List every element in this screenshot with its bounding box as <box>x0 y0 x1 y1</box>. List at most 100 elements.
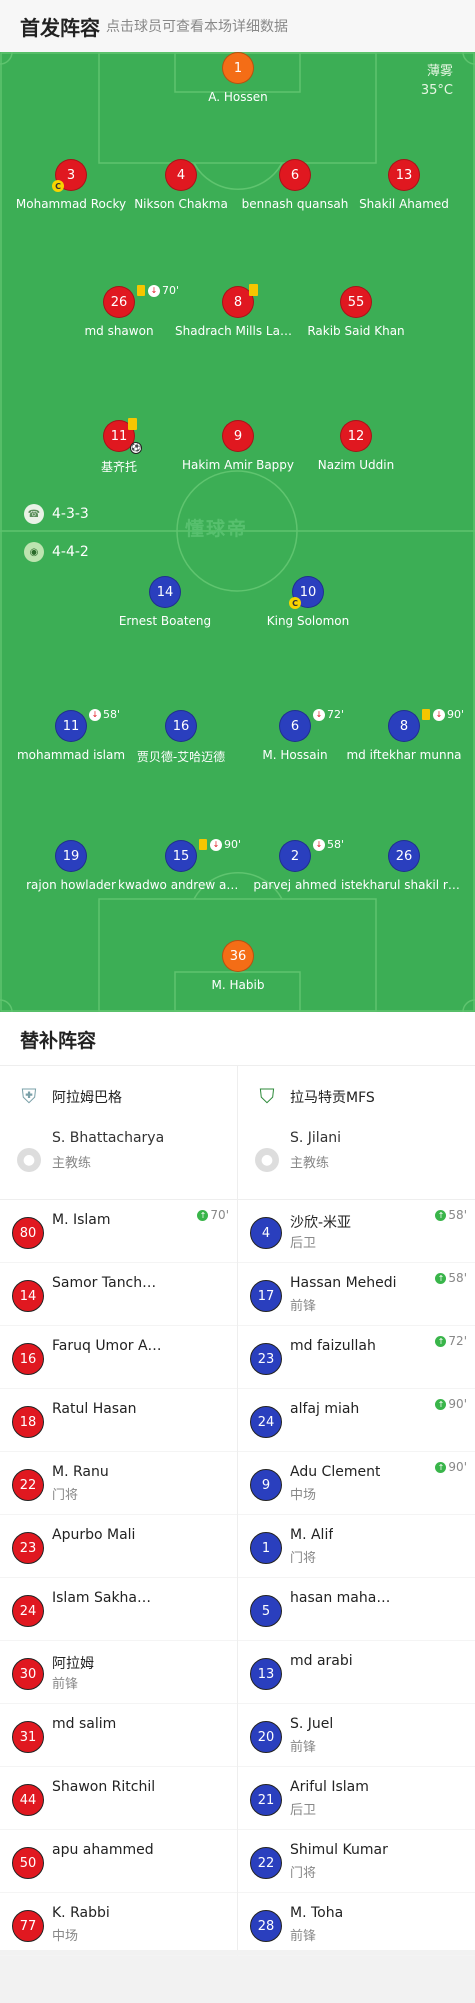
player-away-mid-1[interactable]: 11 ↓ 58' mohammad islam <box>8 708 134 770</box>
player-number: 2 <box>279 840 311 872</box>
player-home-mid-1[interactable]: 26 ↓ 70' md shawon <box>56 284 182 346</box>
player-away-def-2[interactable]: 15 ↓ 90' kwadwo andrew asante <box>118 838 244 900</box>
sub-player-row[interactable]: 17 Hassan Mehedi 前锋 ↑ 58' <box>238 1263 475 1326</box>
home-coach[interactable]: ● S. Bhattacharya 主教练 <box>0 1126 237 1200</box>
sub-in-minute: 90' <box>448 1397 467 1411</box>
yellow-card-icon <box>199 839 207 850</box>
sub-player-number: 23 <box>250 1343 282 1375</box>
sub-player-row[interactable]: 1 M. Alif 门将 <box>238 1515 475 1578</box>
sub-player-name: M. Alif <box>290 1527 334 1543</box>
sub-player-row[interactable]: 4 沙欣-米亚 后卫 ↑ 58' <box>238 1200 475 1263</box>
player-events: ↓ 58' <box>313 838 344 851</box>
sub-player-name: S. Juel <box>290 1716 334 1732</box>
sub-player-row[interactable]: 23 md faizullah ↑ 72' <box>238 1326 475 1389</box>
sub-player-row[interactable]: 14 Samor Tanchangya <box>0 1263 237 1326</box>
sub-player-row[interactable]: 24 Islam Sakhawat <box>0 1578 237 1641</box>
sub-player-number: 31 <box>12 1721 44 1753</box>
captain-badge-icon: C <box>289 597 301 609</box>
sub-player-number: 80 <box>12 1217 44 1249</box>
home-formation-label: 4-3-3 <box>52 506 89 522</box>
player-events: ↓ 70' <box>137 284 179 297</box>
sub-player-row[interactable]: 31 md salim <box>0 1704 237 1767</box>
sub-player-number: 14 <box>12 1280 44 1312</box>
home-team-icon: ☎ <box>24 504 44 524</box>
sub-player-row[interactable]: 23 Apurbo Mali <box>0 1515 237 1578</box>
player-number: 36 <box>222 940 254 972</box>
player-away-fwd-2[interactable]: 10 C King Solomon <box>245 576 371 636</box>
away-team-header[interactable]: ⛉ 拉马特贡MFS <box>238 1066 475 1126</box>
coach-role: 主教练 <box>52 1156 92 1171</box>
sub-player-number: 20 <box>250 1721 282 1753</box>
player-name: md shawon <box>84 324 154 338</box>
player-away-fwd-1[interactable]: 14 Ernest Boateng <box>102 576 228 636</box>
sub-player-row[interactable]: 16 Faruq Umor Alam <box>0 1326 237 1389</box>
player-away-def-4[interactable]: 26 istekharul shakil rahman <box>341 840 467 900</box>
player-home-def-4[interactable]: 13 Shakil Ahamed <box>341 159 467 219</box>
sub-player-row[interactable]: 21 Ariful Islam 后卫 <box>238 1767 475 1830</box>
substitutes-title: 替补阵容 <box>20 1030 97 1052</box>
sub-player-number: 9 <box>250 1469 282 1501</box>
player-name: parvej ahmed <box>253 878 337 892</box>
sub-player-row[interactable]: 5 hasan mahamud <box>238 1578 475 1641</box>
player-home-def-2[interactable]: 4 Nikson Chakma <box>118 159 244 219</box>
sub-player-row[interactable]: 28 M. Toha 前锋 <box>238 1893 475 1956</box>
sub-player-row[interactable]: 22 M. Ranu 门将 <box>0 1452 237 1515</box>
away-subs-column: ⛉ 拉马特贡MFS ● S. Jilani 主教练 4 沙欣-米亚 后卫 ↑ 58' 17… <box>238 1066 475 1956</box>
player-name: M. Hossain <box>262 748 328 762</box>
coach-name: S. Bhattacharya <box>52 1130 165 1146</box>
player-home-fwd-1[interactable]: 11 ⚽ 基齐托 <box>56 418 182 480</box>
player-away-gk[interactable]: 36 M. Habib <box>175 940 301 1000</box>
sub-in-indicator: ↑ 90' <box>435 1460 467 1474</box>
sub-in-minute: 72' <box>448 1334 467 1348</box>
player-away-mid-3[interactable]: 6 ↓ 72' M. Hossain <box>232 708 358 770</box>
sub-player-name: alfaj miah <box>290 1401 360 1417</box>
sub-player-position: 门将 <box>290 1866 317 1881</box>
sub-player-row[interactable]: 50 apu ahammed <box>0 1830 237 1893</box>
player-away-mid-4[interactable]: 8 ↓ 90' md iftekhar munna <box>341 708 467 770</box>
sub-player-row[interactable]: 22 Shimul Kumar 门将 <box>238 1830 475 1893</box>
sub-in-minute: 58' <box>448 1271 467 1285</box>
player-home-def-1[interactable]: 3 C Mohammad Rocky <box>8 159 134 219</box>
player-name: istekharul shakil rahman <box>341 878 467 892</box>
sub-player-row[interactable]: 20 S. Juel 前锋 <box>238 1704 475 1767</box>
away-coach[interactable]: ● S. Jilani 主教练 <box>238 1126 475 1200</box>
player-home-fwd-3[interactable]: 12 Nazim Uddin <box>293 420 419 480</box>
sub-player-row[interactable]: 13 md arabi <box>238 1641 475 1704</box>
coach-avatar-icon: ● <box>255 1148 279 1172</box>
lineup-header: 首发阵容 点击球员可查看本场详细数据 <box>0 0 475 52</box>
sub-player-row[interactable]: 9 Adu Clement 中场 ↑ 90' <box>238 1452 475 1515</box>
coach-role: 主教练 <box>290 1156 330 1171</box>
player-name: bennash quansah <box>241 197 349 211</box>
player-away-mid-2[interactable]: 16 贾贝德-艾哈迈德 <box>118 710 244 770</box>
sub-player-name: 阿拉姆 <box>52 1656 94 1672</box>
player-home-gk[interactable]: 1 A. Hossen <box>175 52 301 112</box>
sub-player-number: 17 <box>250 1280 282 1312</box>
sub-player-row[interactable]: 18 Ratul Hasan <box>0 1389 237 1452</box>
sub-player-number: 23 <box>12 1532 44 1564</box>
player-name: King Solomon <box>266 614 350 628</box>
sub-player-name: 沙欣-米亚 <box>290 1215 352 1231</box>
home-team-header[interactable]: ⛨ 阿拉姆巴格 <box>0 1066 237 1126</box>
weather-condition: 薄雾 <box>426 64 453 79</box>
player-name: md iftekhar munna <box>346 748 462 762</box>
sub-player-name: Ariful Islam <box>290 1779 369 1795</box>
sub-player-number: 5 <box>250 1595 282 1627</box>
sub-player-row[interactable]: 44 Shawon Ritchil <box>0 1767 237 1830</box>
player-away-def-1[interactable]: 19 rajon howlader <box>8 840 134 900</box>
player-name: Shakil Ahamed <box>359 197 449 211</box>
sub-player-row[interactable]: 77 K. Rabbi 中场 <box>0 1893 237 1956</box>
sub-player-row[interactable]: 24 alfaj miah ↑ 90' <box>238 1389 475 1452</box>
sub-player-number: 22 <box>250 1847 282 1879</box>
player-number: 13 <box>388 159 420 191</box>
player-home-mid-2[interactable]: 8 Shadrach Mills Lamptey <box>175 284 301 346</box>
player-home-mid-3[interactable]: 55 Rakib Said Khan <box>293 286 419 346</box>
player-home-def-3[interactable]: 6 bennash quansah <box>232 159 358 219</box>
player-events: ↓ 58' <box>89 708 120 721</box>
player-away-def-3[interactable]: 2 ↓ 58' parvej ahmed <box>232 838 358 900</box>
sub-in-indicator: ↑ 58' <box>435 1208 467 1222</box>
sub-player-name: Adu Clement <box>290 1464 381 1480</box>
sub-player-position: 中场 <box>290 1488 317 1503</box>
sub-player-row[interactable]: 80 M. Islam ↑ 70' <box>0 1200 237 1263</box>
sub-player-row[interactable]: 30 阿拉姆 前锋 <box>0 1641 237 1704</box>
player-home-fwd-2[interactable]: 9 Hakim Amir Bappy <box>175 420 301 480</box>
